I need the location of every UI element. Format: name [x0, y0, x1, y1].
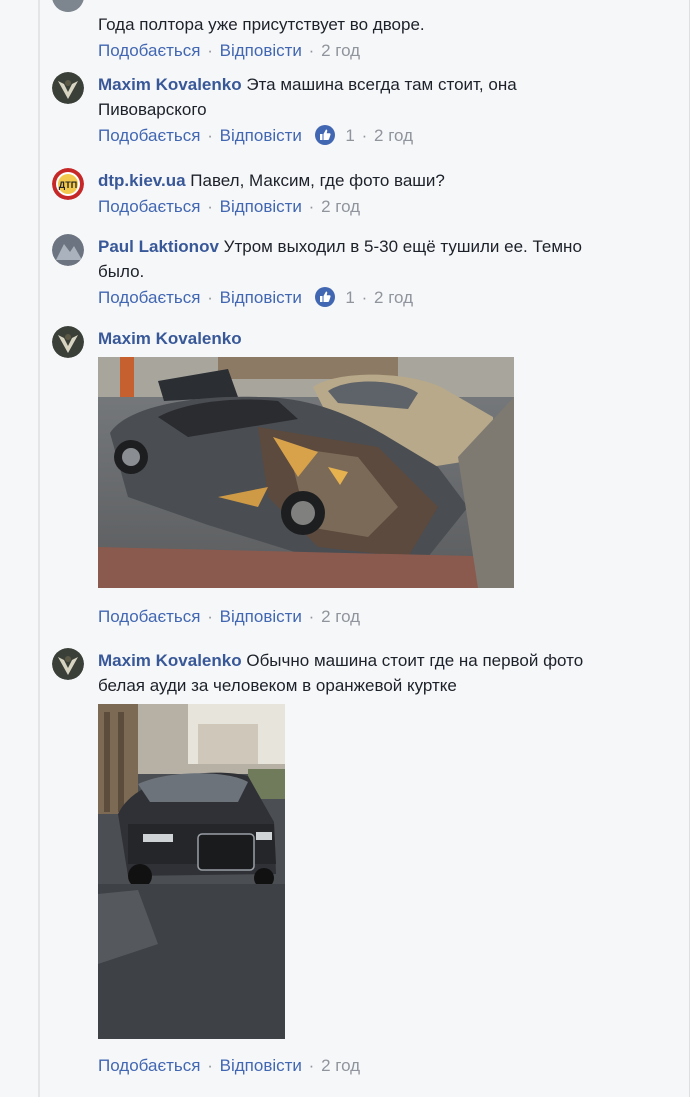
like-button[interactable]: Подобається	[98, 41, 201, 60]
like-button[interactable]: Подобається	[98, 288, 201, 307]
comment-text-line2: Пивоварского	[98, 100, 207, 119]
comment-text: Paul Laktionov Утром выходил в 5-30 ещё …	[98, 237, 582, 256]
comment-author[interactable]: dtp.kiev.ua	[98, 171, 186, 190]
comment-time[interactable]: 2 год	[321, 41, 360, 60]
comment-text: dtp.kiev.ua Павел, Максим, где фото ваши…	[98, 171, 445, 190]
comment-actions: Подобається · Відповісти · 2 год	[98, 197, 361, 216]
comment-actions: Подобається · Відповісти · 2 год	[98, 41, 361, 60]
thread-line	[38, 0, 40, 1097]
reply-button[interactable]: Відповісти	[220, 41, 302, 60]
comment-author[interactable]: Maxim Kovalenko	[98, 75, 242, 94]
audi-car-photo[interactable]	[98, 704, 285, 1039]
avatar[interactable]	[52, 648, 84, 680]
comment-time[interactable]: 2 год	[321, 1056, 360, 1075]
comment-time[interactable]: 2 год	[321, 607, 360, 626]
comment-text: Года полтора уже присутствует во дворе.	[98, 15, 425, 34]
comment-time[interactable]: 2 год	[321, 197, 360, 216]
comment-author[interactable]: Maxim Kovalenko	[98, 651, 242, 670]
like-reaction-icon[interactable]	[314, 287, 335, 307]
reply-button[interactable]: Відповісти	[220, 1056, 302, 1075]
like-button[interactable]: Подобається	[98, 607, 201, 626]
like-count[interactable]: 1	[345, 288, 354, 307]
comment-actions: Подобається · Відповісти · 2 год	[98, 1056, 361, 1075]
avatar[interactable]	[52, 0, 84, 12]
comment-text: Maxim Kovalenko Обычно машина стоит где …	[98, 651, 584, 670]
comment-author[interactable]: Maxim Kovalenko	[98, 329, 242, 348]
comment-time[interactable]: 2 год	[374, 288, 413, 307]
burned-car-photo[interactable]	[98, 357, 514, 588]
comment-author[interactable]: Paul Laktionov	[98, 237, 219, 256]
reply-button[interactable]: Відповісти	[220, 197, 302, 216]
comment-text-line2: было.	[98, 262, 145, 281]
comment-text: Maxim Kovalenko Эта машина всегда там ст…	[98, 75, 517, 94]
like-count[interactable]: 1	[345, 126, 354, 145]
reply-button[interactable]: Відповісти	[220, 288, 302, 307]
comment-actions: Подобається · Відповісти · 2 год	[98, 607, 361, 626]
like-button[interactable]: Подобається	[98, 1056, 201, 1075]
like-button[interactable]: Подобається	[98, 126, 201, 145]
comment-text: Maxim Kovalenko	[98, 326, 658, 351]
reply-button[interactable]: Відповісти	[220, 126, 302, 145]
like-reaction-icon[interactable]	[314, 125, 335, 145]
comment-text-line2: белая ауди за человеком в оранжевой курт…	[98, 676, 457, 695]
dtp-logo-text: ДТП	[59, 180, 77, 190]
avatar[interactable]: ДТП	[52, 168, 84, 200]
like-button[interactable]: Подобається	[98, 197, 201, 216]
comment-time[interactable]: 2 год	[374, 126, 413, 145]
avatar[interactable]	[52, 72, 84, 104]
reply-button[interactable]: Відповісти	[220, 607, 302, 626]
avatar[interactable]	[52, 234, 84, 266]
avatar[interactable]	[52, 326, 84, 358]
comment-actions: Подобається · Відповісти 1 · 2 год	[98, 287, 414, 307]
comment-actions: Подобається · Відповісти 1 · 2 год	[98, 125, 414, 145]
